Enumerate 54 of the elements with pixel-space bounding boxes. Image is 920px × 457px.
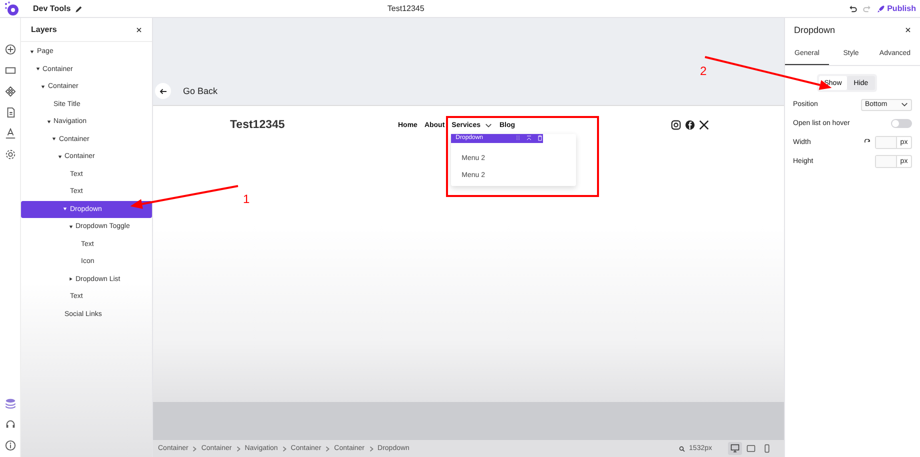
page-title: Test12345 bbox=[387, 4, 424, 13]
panel-title: Layers bbox=[31, 25, 57, 34]
chevron-down-icon bbox=[901, 102, 908, 107]
close-icon[interactable] bbox=[905, 27, 911, 33]
logo-icon bbox=[4, 1, 19, 16]
annotation-number: 1 bbox=[243, 192, 250, 206]
chevron-right-icon bbox=[368, 446, 374, 452]
panel-title: Dropdown bbox=[794, 25, 836, 35]
caret-down-icon[interactable] bbox=[58, 154, 62, 159]
x-logo-icon[interactable] bbox=[699, 120, 710, 130]
trash-icon[interactable] bbox=[536, 135, 543, 141]
app-title: Dev Tools bbox=[33, 4, 71, 13]
tablet-icon bbox=[746, 444, 756, 453]
chevron-right-icon bbox=[282, 446, 287, 452]
components-icon[interactable] bbox=[4, 86, 16, 97]
collapse-icon[interactable] bbox=[526, 135, 532, 141]
back-arrow-icon bbox=[158, 86, 168, 96]
drag-handle-icon[interactable] bbox=[514, 135, 521, 141]
caret-down-icon[interactable] bbox=[36, 67, 40, 72]
back-label[interactable]: Go Back bbox=[183, 86, 218, 99]
settings-icon[interactable] bbox=[4, 149, 16, 160]
caret-down-icon[interactable] bbox=[52, 137, 56, 142]
pencil-icon[interactable] bbox=[74, 4, 83, 12]
device-button[interactable] bbox=[744, 442, 758, 455]
typography-icon[interactable] bbox=[4, 128, 16, 139]
annotation-number: 2 bbox=[700, 64, 707, 78]
toggle-switch[interactable] bbox=[891, 119, 912, 128]
info-icon[interactable] bbox=[4, 440, 16, 451]
desktop-icon bbox=[730, 444, 740, 453]
search-icon bbox=[679, 446, 686, 452]
caret-down-icon[interactable] bbox=[30, 50, 34, 54]
layers-icon[interactable] bbox=[4, 398, 16, 409]
instagram-icon[interactable] bbox=[671, 120, 682, 130]
add-icon[interactable] bbox=[4, 44, 16, 55]
headset-icon[interactable] bbox=[4, 419, 16, 430]
chevron-right-icon bbox=[325, 446, 330, 452]
publish-button[interactable]: Publish bbox=[877, 4, 916, 13]
caret-down-icon[interactable] bbox=[41, 84, 45, 89]
back-button[interactable] bbox=[155, 83, 171, 99]
section-icon[interactable] bbox=[4, 65, 16, 76]
undo-icon[interactable] bbox=[849, 4, 858, 12]
caret-right-icon[interactable] bbox=[68, 277, 72, 282]
chevron-down-icon[interactable] bbox=[485, 122, 492, 128]
chevron-right-icon bbox=[192, 446, 198, 452]
facebook-icon[interactable] bbox=[685, 120, 696, 130]
caret-down-icon[interactable] bbox=[63, 207, 67, 212]
close-icon[interactable] bbox=[136, 26, 142, 32]
chevron-right-icon bbox=[236, 446, 241, 452]
caret-down-icon[interactable] bbox=[68, 224, 72, 229]
device-button[interactable] bbox=[728, 442, 742, 455]
mobile-icon bbox=[762, 444, 772, 453]
site-title: Test12345 bbox=[230, 119, 286, 131]
caret-down-icon[interactable] bbox=[46, 120, 50, 124]
pages-icon[interactable] bbox=[4, 107, 16, 118]
